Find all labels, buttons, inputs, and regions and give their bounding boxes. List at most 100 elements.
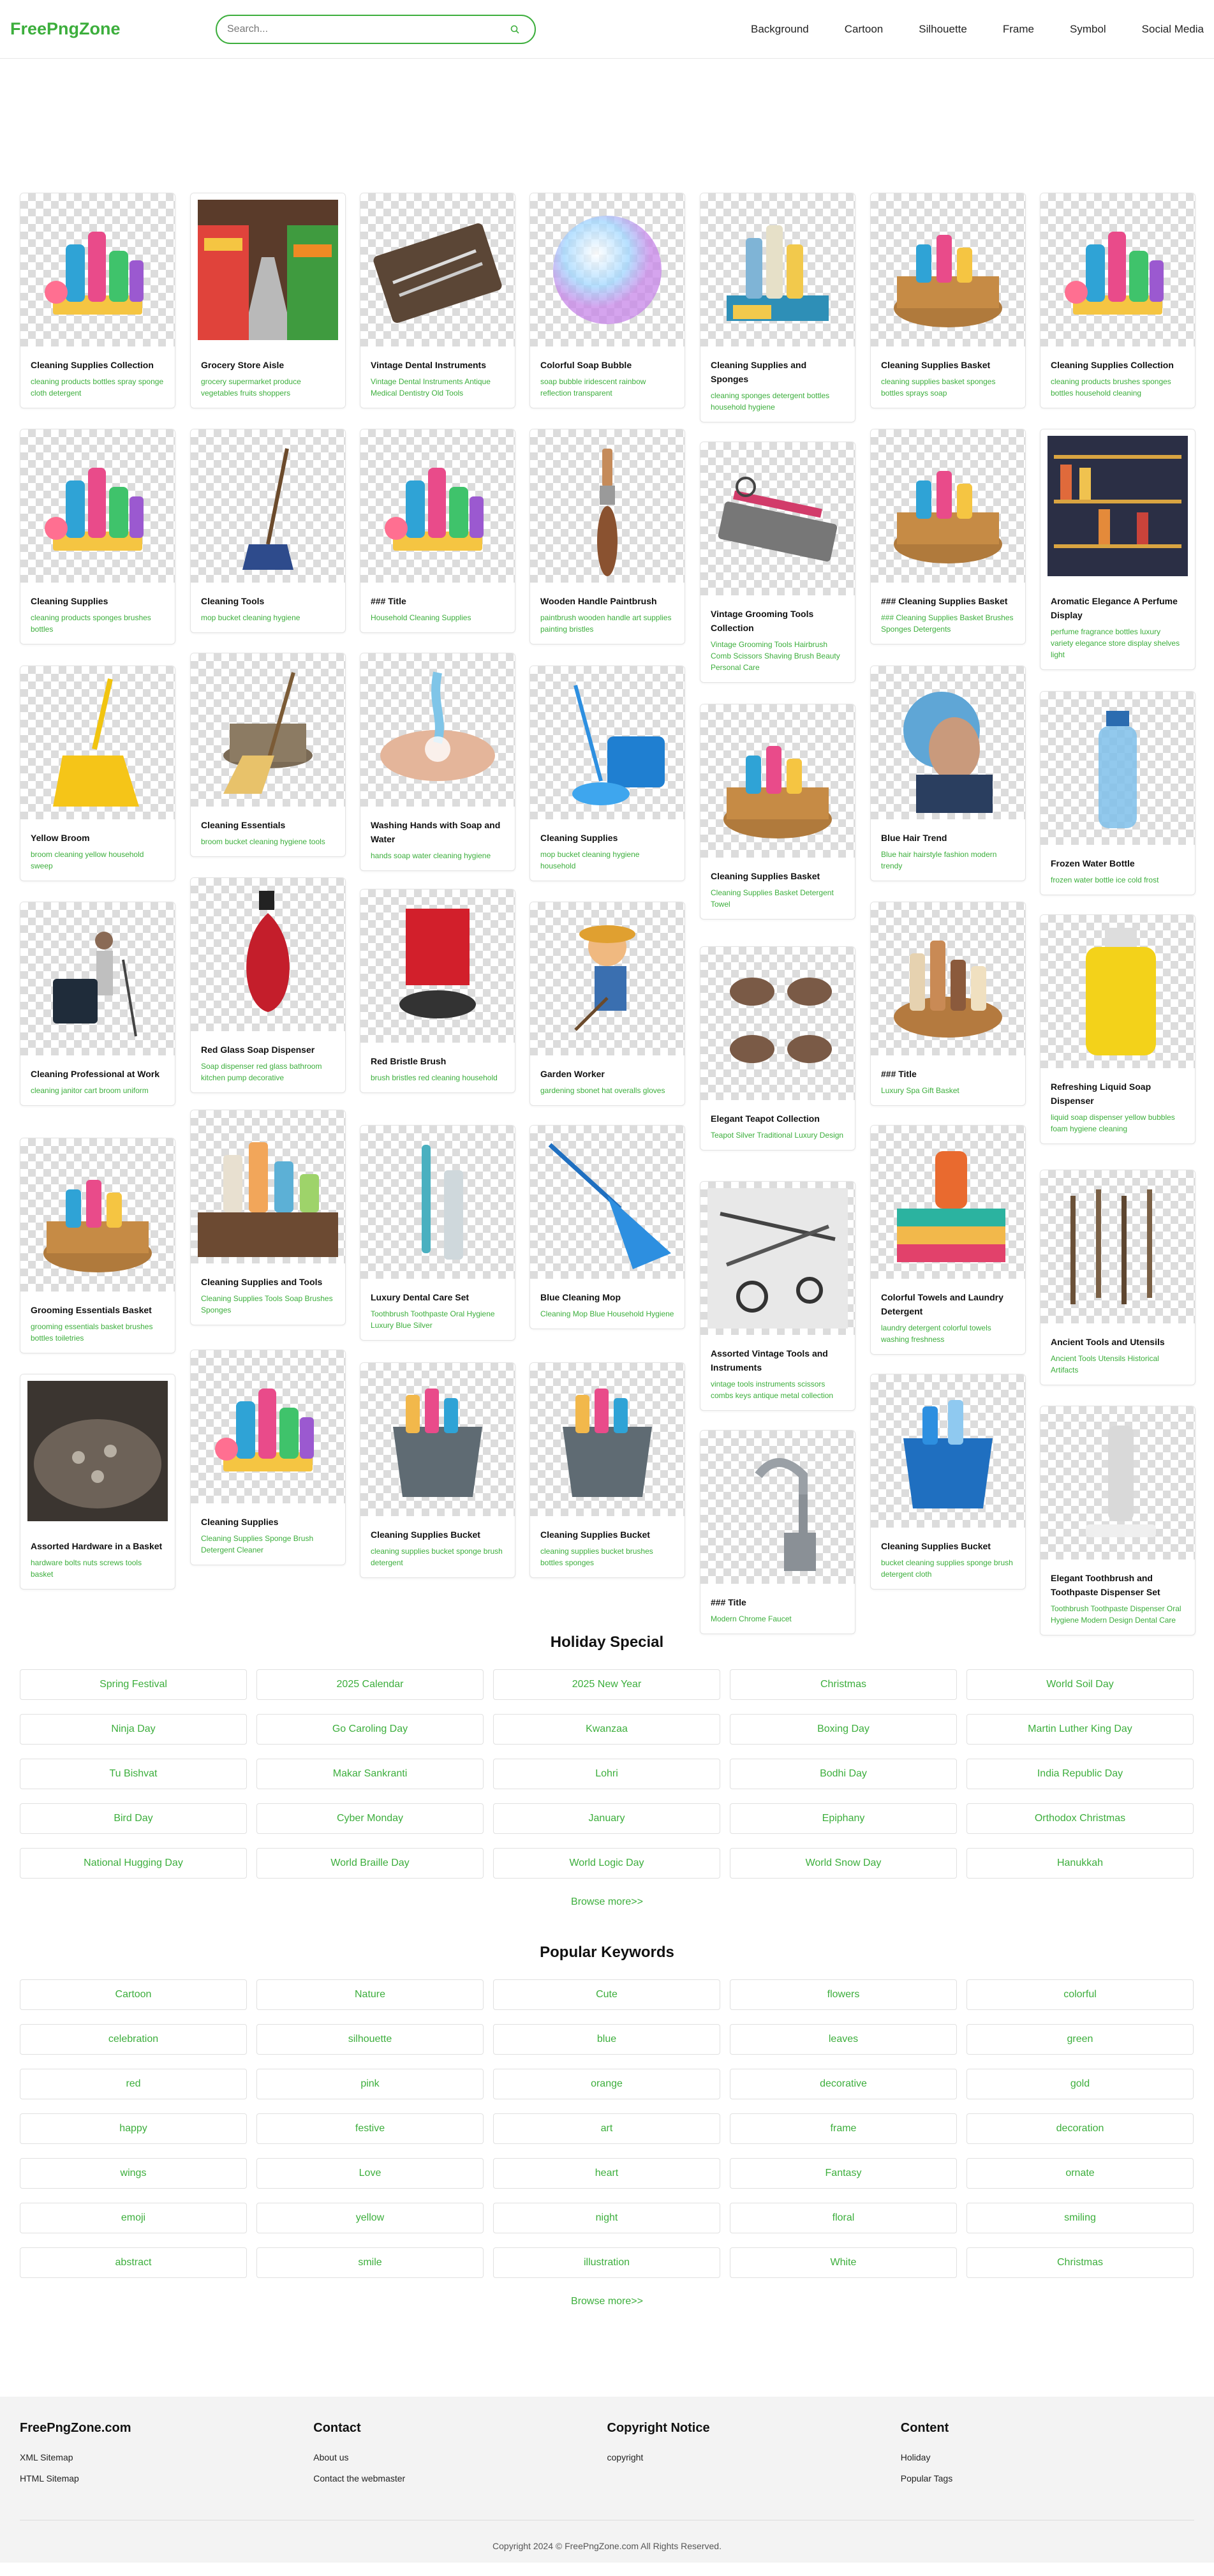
card-thumbnail[interactable]: [700, 947, 855, 1100]
card-title[interactable]: Cleaning Supplies Collection: [1040, 346, 1195, 372]
card-title[interactable]: Cleaning Supplies Bucket: [530, 1516, 685, 1542]
card-thumbnail[interactable]: [530, 666, 685, 819]
card-tags[interactable]: frozen water bottle ice cold frost: [1040, 870, 1195, 895]
image-card[interactable]: Cleaning Tools mop bucket cleaning hygien…: [190, 429, 346, 633]
card-thumbnail[interactable]: [191, 1350, 345, 1503]
image-card[interactable]: Cleaning Supplies Bucket cleaning supplie…: [529, 1362, 685, 1578]
keyword-link[interactable]: Christmas: [966, 2247, 1194, 2278]
card-thumbnail[interactable]: [360, 429, 515, 583]
card-title[interactable]: Cleaning Professional at Work: [20, 1055, 175, 1081]
keyword-link[interactable]: wings: [20, 2158, 247, 2189]
nav-frame[interactable]: Frame: [1003, 23, 1034, 36]
image-card[interactable]: ### Cleaning Supplies Basket ### Cleaning…: [870, 429, 1026, 644]
card-title[interactable]: ### Title: [700, 1584, 855, 1609]
image-card[interactable]: Assorted Hardware in a Basket hardware bo…: [20, 1374, 175, 1590]
keyword-link[interactable]: floral: [730, 2203, 957, 2233]
keyword-link[interactable]: smile: [256, 2247, 484, 2278]
image-card[interactable]: Blue Cleaning Mop Cleaning Mop Blue House…: [529, 1125, 685, 1329]
keyword-link[interactable]: leaves: [730, 2024, 957, 2055]
card-thumbnail[interactable]: [1040, 915, 1195, 1068]
card-title[interactable]: Refreshing Liquid Soap Dispenser: [1040, 1068, 1195, 1108]
card-title[interactable]: Elegant Teapot Collection: [700, 1100, 855, 1126]
image-card[interactable]: Red Glass Soap Dispenser Soap dispenser r…: [190, 877, 346, 1093]
card-title[interactable]: ### Title: [871, 1055, 1025, 1081]
card-thumbnail[interactable]: [1040, 692, 1195, 845]
card-tags[interactable]: grocery supermarket produce vegetables f…: [191, 372, 345, 408]
card-title[interactable]: Assorted Vintage Tools and Instruments: [700, 1335, 855, 1374]
card-tags[interactable]: Household Cleaning Supplies: [360, 608, 515, 632]
holiday-link[interactable]: India Republic Day: [966, 1759, 1194, 1789]
card-thumbnail[interactable]: [871, 1374, 1025, 1528]
holiday-link[interactable]: Ninja Day: [20, 1714, 247, 1745]
image-card[interactable]: Colorful Towels and Laundry Detergent lau…: [870, 1125, 1026, 1355]
card-tags[interactable]: cleaning supplies basket sponges bottles…: [871, 372, 1025, 408]
card-title[interactable]: Red Glass Soap Dispenser: [191, 1031, 345, 1057]
card-tags[interactable]: Modern Chrome Faucet: [700, 1609, 855, 1634]
card-tags[interactable]: Toothbrush Toothpaste Oral Hygiene Luxur…: [360, 1304, 515, 1340]
card-tags[interactable]: Cleaning Supplies Basket Detergent Towel: [700, 883, 855, 919]
nav-silhouette[interactable]: Silhouette: [919, 23, 967, 36]
image-card[interactable]: Cleaning Supplies and Sponges cleaning sp…: [700, 193, 855, 422]
image-card[interactable]: Cleaning Supplies Bucket bucket cleaning …: [870, 1374, 1026, 1590]
image-card[interactable]: Elegant Toothbrush and Toothpaste Dispen…: [1040, 1406, 1195, 1635]
nav-cartoon[interactable]: Cartoon: [845, 23, 883, 36]
image-card[interactable]: Cleaning Essentials broom bucket cleaning…: [190, 653, 346, 857]
footer-link-popular-tags[interactable]: Popular Tags: [901, 2473, 1194, 2483]
keyword-link[interactable]: Love: [256, 2158, 484, 2189]
card-title[interactable]: Ancient Tools and Utensils: [1040, 1323, 1195, 1349]
card-tags[interactable]: hands soap water cleaning hygiene: [360, 846, 515, 870]
card-thumbnail[interactable]: [191, 429, 345, 583]
card-tags[interactable]: brush bristles red cleaning household: [360, 1068, 515, 1092]
card-title[interactable]: Garden Worker: [530, 1055, 685, 1081]
holiday-link[interactable]: Kwanzaa: [493, 1714, 720, 1745]
holiday-link[interactable]: 2025 New Year: [493, 1669, 720, 1700]
card-tags[interactable]: cleaning janitor cart broom uniform: [20, 1081, 175, 1105]
card-thumbnail[interactable]: [20, 193, 175, 346]
footer-link-xml-sitemap[interactable]: XML Sitemap: [20, 2452, 313, 2462]
card-title[interactable]: Cleaning Supplies: [191, 1503, 345, 1529]
card-tags[interactable]: laundry detergent colorful towels washin…: [871, 1318, 1025, 1354]
keyword-link[interactable]: heart: [493, 2158, 720, 2189]
image-card[interactable]: ### Title Luxury Spa Gift Basket: [870, 902, 1026, 1106]
image-card[interactable]: Assorted Vintage Tools and Instruments vi…: [700, 1181, 855, 1411]
nav-social-media[interactable]: Social Media: [1142, 23, 1204, 36]
keyword-link[interactable]: yellow: [256, 2203, 484, 2233]
card-title[interactable]: Grooming Essentials Basket: [20, 1292, 175, 1317]
keyword-link[interactable]: orange: [493, 2069, 720, 2099]
card-tags[interactable]: cleaning sponges detergent bottles house…: [700, 386, 855, 422]
card-tags[interactable]: Toothbrush Toothpaste Dispenser Oral Hyg…: [1040, 1599, 1195, 1635]
keyword-link[interactable]: happy: [20, 2113, 247, 2144]
card-title[interactable]: Cleaning Supplies and Sponges: [700, 346, 855, 386]
site-logo[interactable]: FreePngZone: [10, 19, 216, 39]
image-card[interactable]: Colorful Soap Bubble soap bubble iridesce…: [529, 193, 685, 408]
card-tags[interactable]: Cleaning Supplies Tools Soap Brushes Spo…: [191, 1289, 345, 1325]
image-card[interactable]: Cleaning Supplies Cleaning Supplies Spong…: [190, 1350, 346, 1565]
image-card[interactable]: Aromatic Elegance A Perfume Display perfu…: [1040, 429, 1195, 670]
card-thumbnail[interactable]: [191, 1110, 345, 1263]
keyword-link[interactable]: illustration: [493, 2247, 720, 2278]
nav-background[interactable]: Background: [751, 23, 809, 36]
keyword-link[interactable]: Nature: [256, 1979, 484, 2010]
image-card[interactable]: Cleaning Supplies Collection cleaning pro…: [1040, 193, 1195, 408]
image-card[interactable]: Cleaning Supplies cleaning products spong…: [20, 429, 175, 644]
card-thumbnail[interactable]: [191, 878, 345, 1031]
card-tags[interactable]: broom bucket cleaning hygiene tools: [191, 832, 345, 856]
holiday-link[interactable]: Boxing Day: [730, 1714, 957, 1745]
card-title[interactable]: Cleaning Supplies: [20, 583, 175, 608]
image-card[interactable]: Cleaning Supplies Bucket cleaning supplie…: [360, 1362, 515, 1578]
footer-link-html-sitemap[interactable]: HTML Sitemap: [20, 2473, 313, 2483]
image-card[interactable]: Washing Hands with Soap and Water hands s…: [360, 653, 515, 871]
card-tags[interactable]: cleaning products bottles spray sponge c…: [20, 372, 175, 408]
card-thumbnail[interactable]: [700, 193, 855, 346]
card-tags[interactable]: cleaning products brushes sponges bottle…: [1040, 372, 1195, 408]
holiday-link[interactable]: World Soil Day: [966, 1669, 1194, 1700]
image-card[interactable]: ### Title Modern Chrome Faucet: [700, 1430, 855, 1634]
footer-link-holiday[interactable]: Holiday: [901, 2452, 1194, 2462]
keyword-link[interactable]: night: [493, 2203, 720, 2233]
keyword-link[interactable]: frame: [730, 2113, 957, 2144]
keyword-link[interactable]: gold: [966, 2069, 1194, 2099]
keyword-link[interactable]: flowers: [730, 1979, 957, 2010]
card-thumbnail[interactable]: [871, 902, 1025, 1055]
card-tags[interactable]: ### Cleaning Supplies Basket Brushes Spo…: [871, 608, 1025, 644]
holiday-link[interactable]: Bodhi Day: [730, 1759, 957, 1789]
